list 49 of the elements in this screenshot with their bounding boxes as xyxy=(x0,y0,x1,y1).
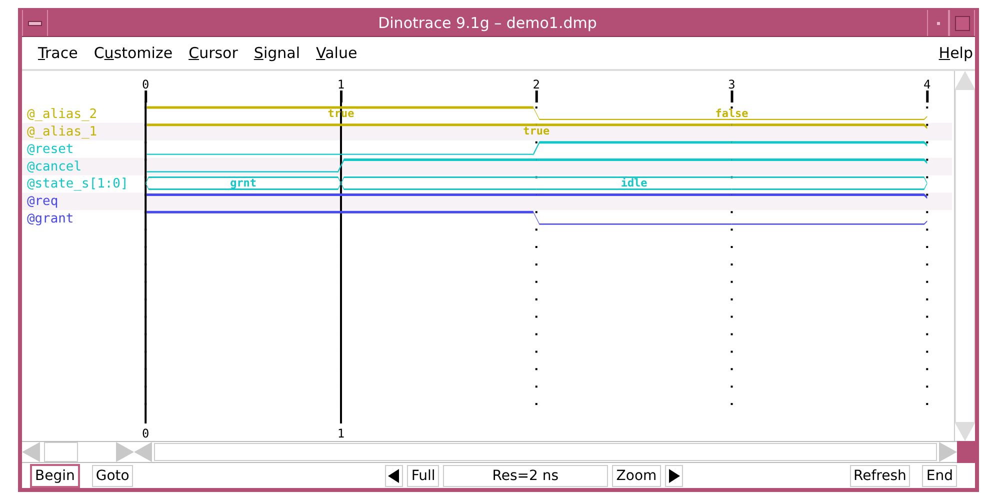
vertical-scrollbar[interactable] xyxy=(954,71,975,441)
toolbar-button[interactable]: Goto xyxy=(92,464,134,486)
toolbar-button[interactable]: End xyxy=(922,464,957,486)
signal-value: grnt xyxy=(230,176,256,190)
scroll-right-icon[interactable] xyxy=(116,442,134,462)
horizontal-scrollbar[interactable] xyxy=(22,442,134,462)
signal-name[interactable]: @grant xyxy=(26,212,74,227)
menu-item[interactable]: Customize xyxy=(86,44,181,62)
scroll-left-icon[interactable] xyxy=(22,442,40,462)
horizontal-scrollbar[interactable] xyxy=(134,442,957,462)
left-triangle-icon[interactable] xyxy=(388,468,400,482)
tick-mark xyxy=(535,90,538,102)
tick-label: 4 xyxy=(924,78,931,92)
window-menu-button[interactable] xyxy=(22,10,48,36)
scroll-right-icon[interactable] xyxy=(939,442,957,462)
tick-label: 3 xyxy=(728,78,736,92)
tick-label: 0 xyxy=(142,78,150,92)
scroll-left-button[interactable] xyxy=(385,464,404,486)
tick-label: 1 xyxy=(337,78,345,92)
tick-label: 2 xyxy=(532,78,540,92)
window-title: Dinotrace 9.1g – demo1.dmp xyxy=(377,13,598,34)
scroll-up-icon[interactable] xyxy=(955,71,975,89)
maximize-button[interactable] xyxy=(949,10,975,36)
right-triangle-icon[interactable] xyxy=(668,468,680,482)
scroll-right-button[interactable] xyxy=(664,464,683,486)
minimize-button[interactable] xyxy=(927,10,949,36)
menu-item[interactable]: Signal xyxy=(246,44,308,62)
cursor-time: 0 xyxy=(142,426,150,440)
toolbar-button[interactable]: Refresh xyxy=(850,464,910,486)
signal-value: true xyxy=(523,124,550,138)
signal-value: idle xyxy=(620,176,648,190)
resolution-field: Res=2 ns xyxy=(443,464,608,486)
toolbar-button[interactable]: Begin xyxy=(30,464,80,488)
tick-mark xyxy=(144,90,148,102)
menu-item[interactable]: Help xyxy=(930,44,975,62)
full-button[interactable]: Full xyxy=(407,464,440,486)
menu-item[interactable]: Cursor xyxy=(180,44,246,62)
zoom-button[interactable]: Zoom xyxy=(612,464,661,486)
scroll-down-icon[interactable] xyxy=(955,423,975,441)
cursor-time: 1 xyxy=(337,426,345,440)
menu-item[interactable]: Value xyxy=(308,44,366,62)
scroll-left-icon[interactable] xyxy=(134,442,152,462)
signal-name[interactable]: @req xyxy=(26,194,58,210)
signal-value: false xyxy=(715,106,748,120)
scroll-thumb[interactable] xyxy=(44,442,78,462)
tick-mark xyxy=(926,90,929,102)
tick-mark xyxy=(730,90,734,102)
menu-item[interactable]: Trace xyxy=(30,44,86,62)
tick-mark xyxy=(340,90,342,102)
